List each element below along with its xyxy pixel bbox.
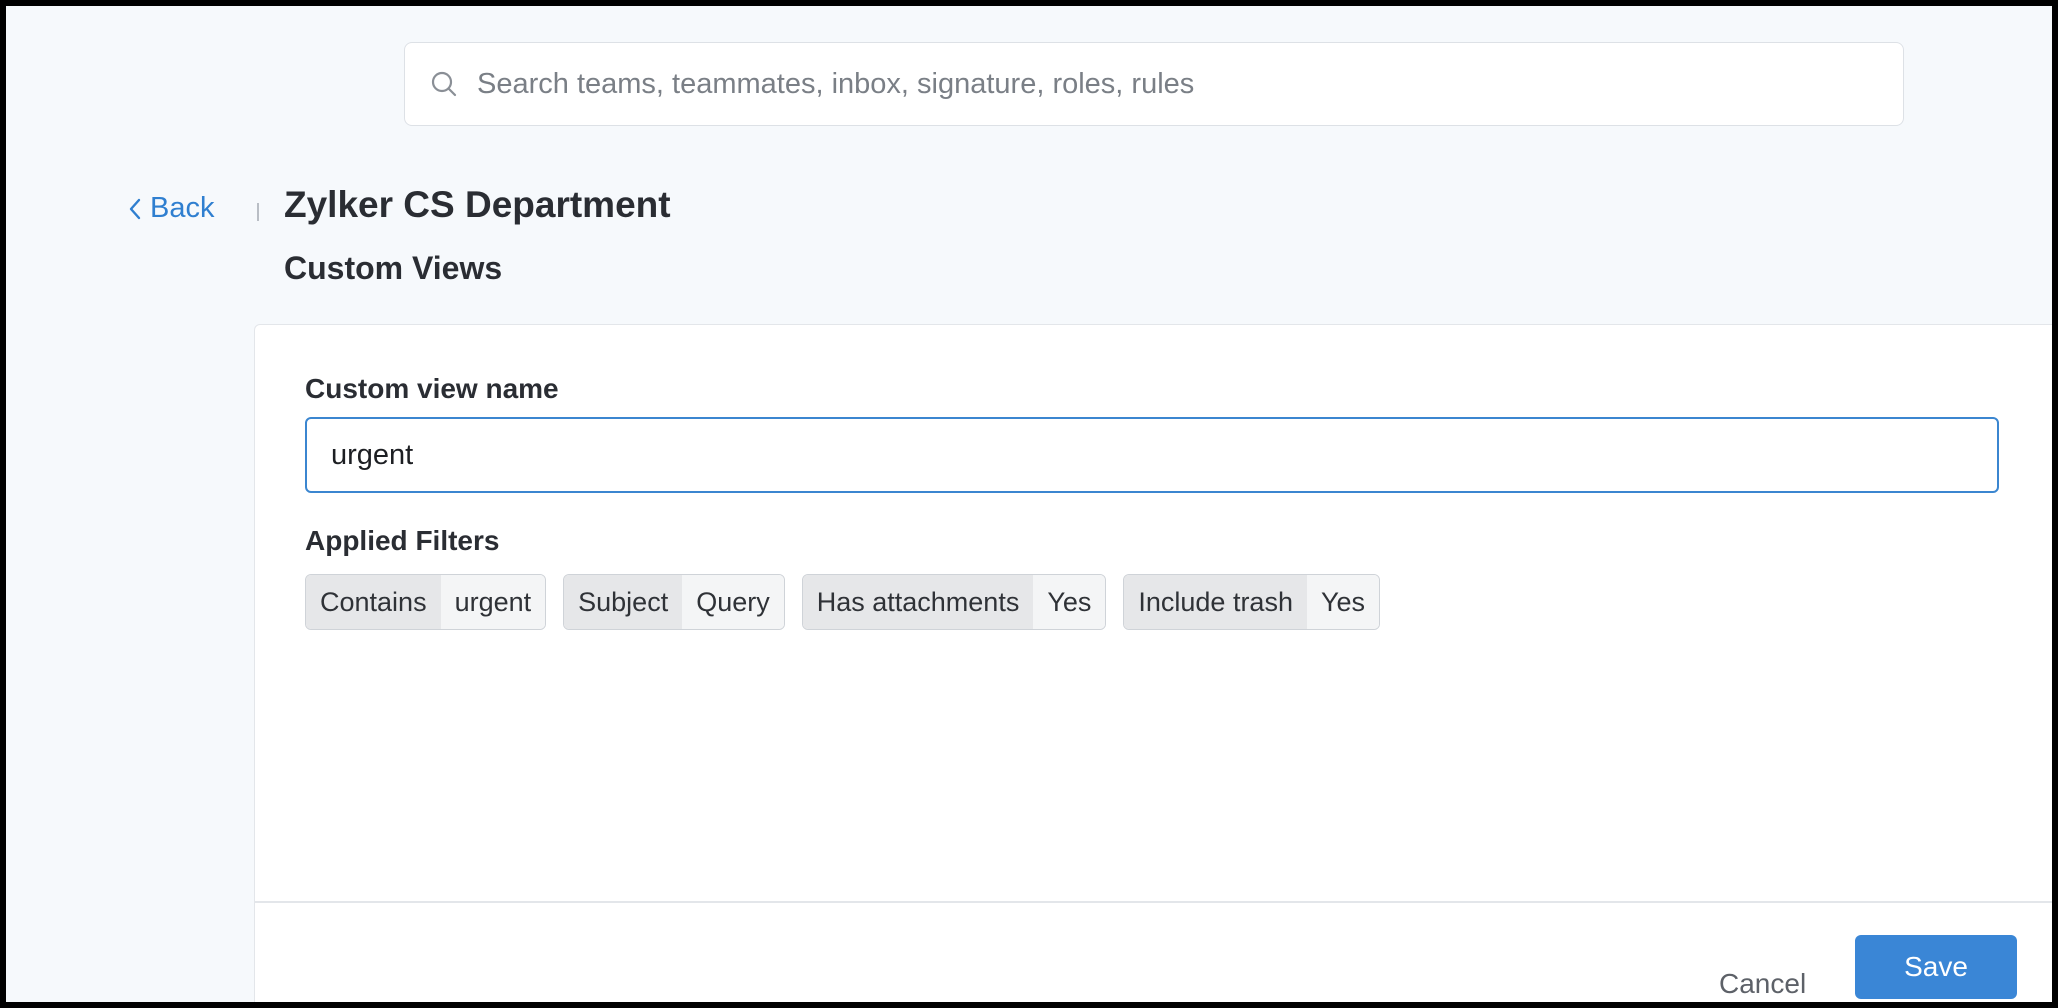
chevron-left-icon [128,198,142,220]
custom-view-form-card: Custom view name Applied Filters Contain… [254,324,2052,1002]
header-divider [257,203,259,221]
save-button[interactable]: Save [1855,935,2017,999]
search-input[interactable] [477,43,1903,125]
filter-chip-contains[interactable]: Contains urgent [305,574,547,630]
cancel-button[interactable]: Cancel [1719,953,1806,1002]
filter-key: Include trash [1124,575,1307,629]
filter-chip-include-trash[interactable]: Include trash Yes [1123,574,1381,630]
custom-view-name-label: Custom view name [305,373,559,404]
custom-view-name-input[interactable] [305,417,1999,493]
applied-filters-label: Applied Filters [305,525,500,556]
filter-chip-has-attachments[interactable]: Has attachments Yes [801,574,1107,630]
filter-value: Yes [1306,575,1380,629]
page-title: Zylker CS Department [284,184,671,225]
filter-key: Subject [564,575,683,629]
filter-key: Contains [306,575,441,629]
filter-key: Has attachments [802,575,1034,629]
section-title: Custom Views [284,250,503,286]
filter-value: Query [682,575,784,629]
filter-chip-subject[interactable]: Subject Query [563,574,785,630]
app-frame: Back Zylker CS Department Custom Views C… [6,6,2052,1002]
back-label: Back [150,192,215,224]
search-icon [429,69,459,99]
footer-divider [255,901,2052,903]
filter-value: urgent [440,575,546,629]
applied-filters-list: Contains urgent Subject Query Has attach… [305,574,1381,630]
search-bar[interactable] [404,42,1904,126]
back-link[interactable]: Back [128,192,214,225]
filter-value: Yes [1033,575,1106,629]
